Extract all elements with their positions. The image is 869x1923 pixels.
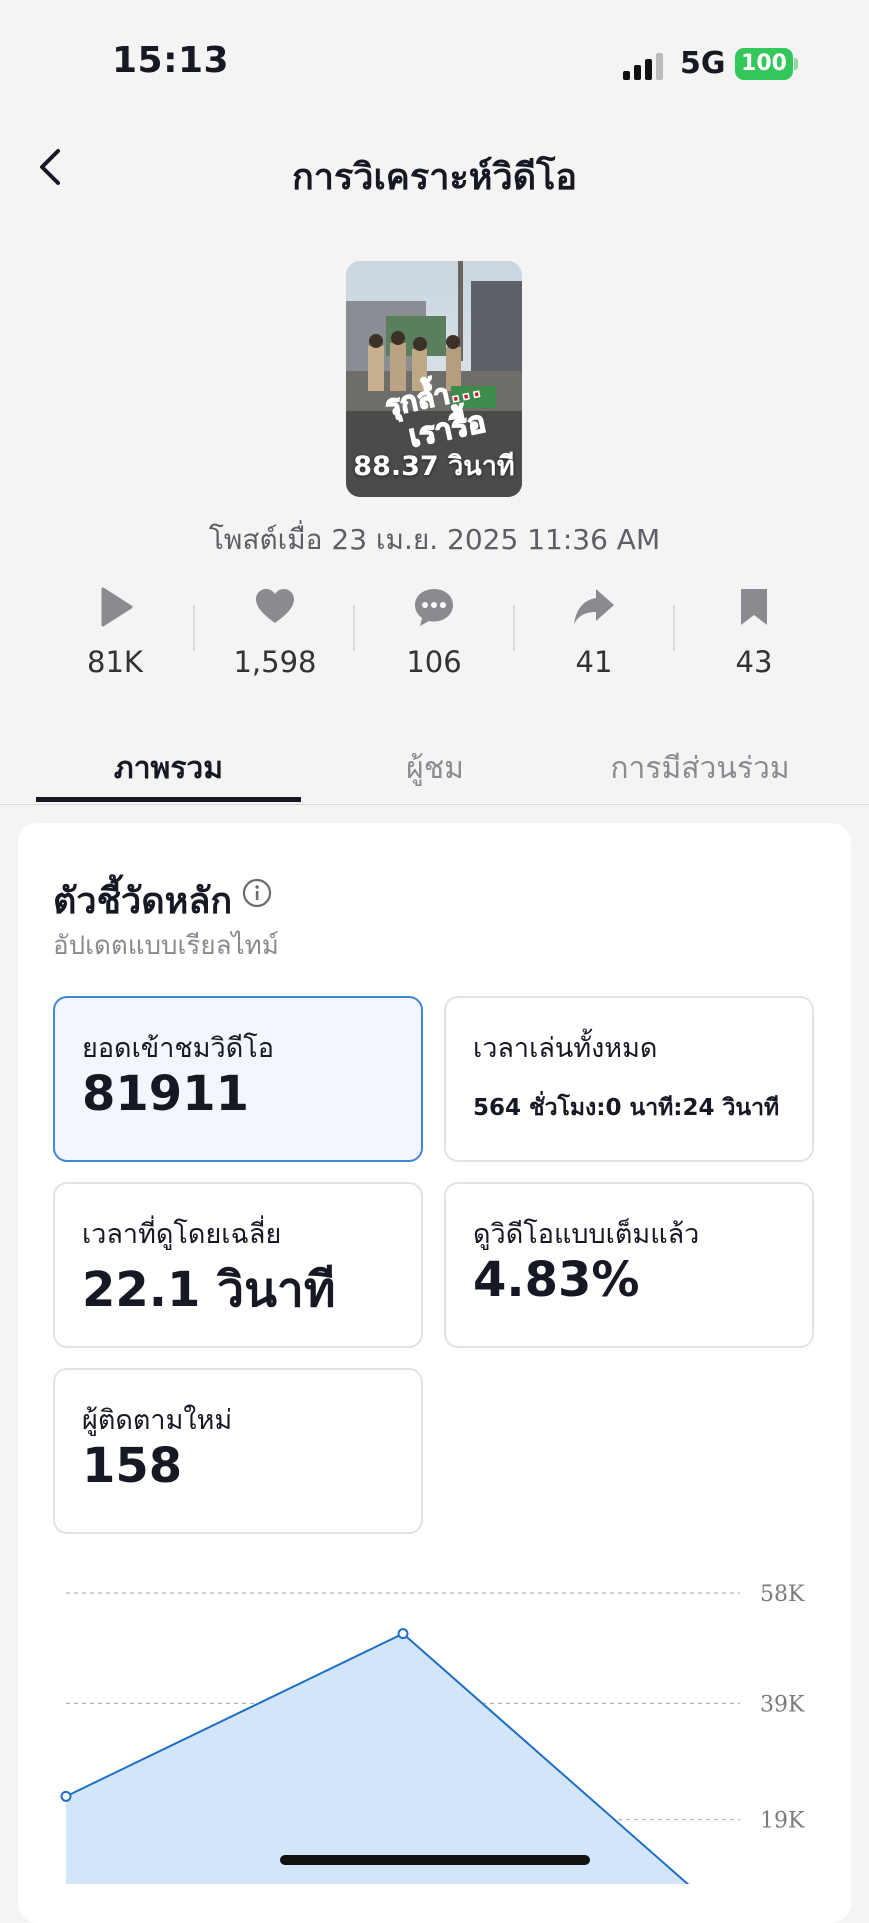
metric-new-followers[interactable]: ผู้ติดตามใหม่ 158 [53, 1368, 423, 1534]
share-icon [572, 585, 616, 629]
section-title: ตัวชี้วัดหลัก [53, 881, 233, 922]
stat-divider [353, 605, 355, 651]
stat-divider [673, 605, 675, 651]
metric-average-watch-time[interactable]: เวลาที่ดูโดยเฉลี่ย 22.1 วินาที [53, 1182, 423, 1348]
y-tick-label: 39K [760, 1692, 805, 1717]
network-label: 5G [680, 46, 726, 81]
chart-area [66, 1633, 740, 1884]
tab-engagement[interactable]: การมีส่วนร่วม [580, 745, 820, 792]
metric-label: ยอดเข้าชมวิดีโอ [82, 1033, 274, 1064]
stat-likes-value: 1,598 [233, 645, 317, 679]
stat-likes: 1,598 [215, 585, 335, 679]
comment-icon [412, 585, 456, 629]
stat-comments: 106 [374, 585, 494, 679]
stat-comments-value: 106 [406, 645, 462, 679]
tab-audience[interactable]: ผู้ชม [320, 745, 550, 792]
stat-bookmarks-value: 43 [735, 645, 773, 679]
battery-icon: 100 [735, 48, 793, 80]
posted-date: โพสต์เมื่อ 23 เม.ย. 2025 11:36 AM [208, 523, 661, 556]
metric-value: 4.83% [473, 1252, 640, 1308]
info-icon[interactable] [242, 878, 272, 908]
y-tick-label: 58K [760, 1582, 805, 1607]
metric-video-views[interactable]: ยอดเข้าชมวิดีโอ 81911 [53, 996, 423, 1162]
video-duration: 88.37 วินาที [353, 451, 515, 482]
battery-cap [794, 58, 798, 70]
page-title: การวิเคราะห์วิดีโอ [291, 157, 578, 198]
status-time: 15:13 [112, 40, 230, 81]
metric-watched-full-video[interactable]: ดูวิดีโอแบบเต็มแล้ว 4.83% [444, 1182, 814, 1348]
y-tick-label: 19K [760, 1809, 805, 1834]
metric-value: 564 ชั่วโมง:0 นาที:24 วินาที [473, 1095, 780, 1121]
stat-views-value: 81K [87, 645, 143, 679]
status-bar: 15:13 5G 100 [0, 0, 869, 120]
chart-point[interactable] [397, 1628, 409, 1640]
chart-point[interactable] [60, 1790, 72, 1802]
play-icon [93, 585, 137, 629]
bookmark-icon [732, 585, 776, 629]
section-subtitle: อัปเดตแบบเรียลไทม์ [53, 931, 279, 961]
stat-divider [513, 605, 515, 651]
heart-icon [253, 585, 297, 629]
metric-total-play-time[interactable]: เวลาเล่นทั้งหมด 564 ชั่วโมง:0 นาที:24 วิ… [444, 996, 814, 1162]
metric-value: 22.1 วินาที [82, 1262, 336, 1318]
metric-label: เวลาที่ดูโดยเฉลี่ย [82, 1219, 282, 1250]
metric-label: ดูวิดีโอแบบเต็มแล้ว [473, 1219, 700, 1250]
metric-label: เวลาเล่นทั้งหมด [473, 1033, 658, 1064]
metric-value: 81911 [82, 1066, 249, 1122]
tab-active-indicator [36, 797, 301, 802]
home-indicator [280, 1855, 590, 1865]
metric-label: ผู้ติดตามใหม่ [82, 1405, 233, 1436]
video-thumbnail[interactable]: รุกล้ำ... เรารื้อ 88.37 วินาที [346, 261, 522, 497]
signal-icon [623, 52, 665, 80]
stat-divider [193, 605, 195, 651]
stat-views: 81K [55, 585, 175, 679]
stat-bookmarks: 43 [694, 585, 814, 679]
tab-overview[interactable]: ภาพรวม [36, 745, 301, 792]
stat-shares-value: 41 [575, 645, 613, 679]
views-chart[interactable]: 58K 39K 19K [0, 1560, 869, 1884]
tab-divider [0, 804, 869, 805]
metric-value: 158 [82, 1438, 183, 1494]
stat-shares: 41 [534, 585, 654, 679]
